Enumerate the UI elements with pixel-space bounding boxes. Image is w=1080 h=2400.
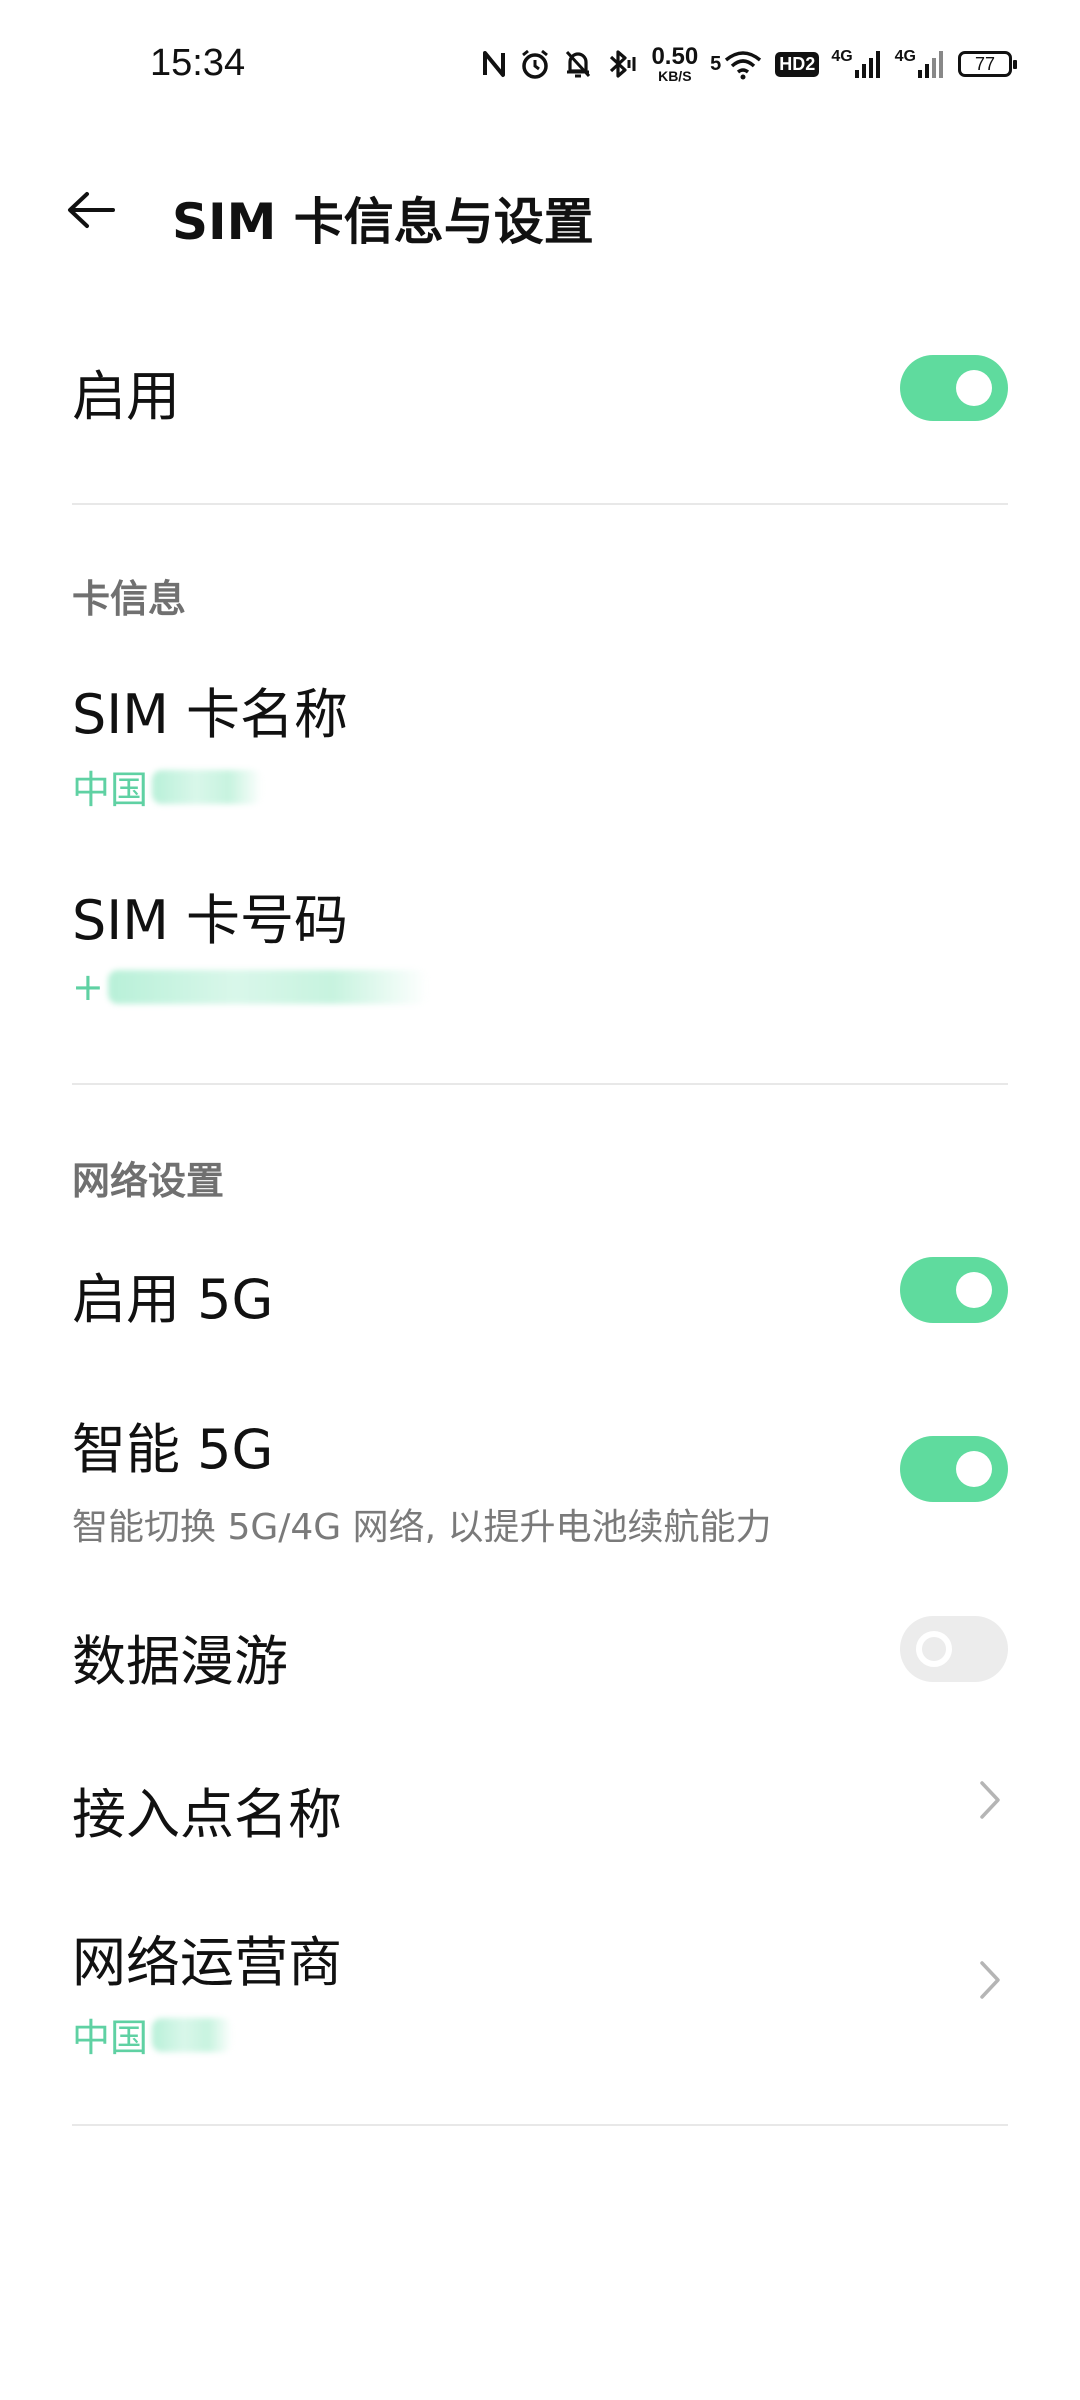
chevron-right-icon [970, 1770, 1010, 1830]
signal-icon-1: 4G [831, 48, 882, 80]
sim-number-value-wrap: + [72, 965, 1008, 1009]
wifi-band-label: 5 [710, 52, 722, 75]
toggle-knob [956, 1451, 992, 1487]
network-operator-label: 网络运营商 [72, 1931, 342, 1994]
app-header: SIM 卡信息与设置 [0, 160, 1080, 260]
enable-5g-row[interactable]: 启用 5G [72, 1255, 1008, 1334]
enable-sim-toggle[interactable] [900, 355, 1008, 421]
bluetooth-icon [605, 48, 639, 80]
network-operator-row[interactable]: 网络运营商 中国 [72, 1918, 1008, 2062]
battery-level: 77 [974, 53, 996, 74]
status-bar: 15:34 0.50 KB/S 5 HD2 4G 4G 77 [0, 0, 1080, 130]
section-card-info: 卡信息 [72, 577, 187, 621]
back-button[interactable] [56, 180, 126, 240]
alarm-icon [519, 48, 551, 80]
divider [72, 503, 1008, 505]
sim-name-row[interactable]: SIM 卡名称 中国 [72, 670, 1008, 814]
enable-5g-toggle[interactable] [900, 1257, 1008, 1323]
toggle-knob [956, 1272, 992, 1308]
sim-name-value: 中国 [72, 768, 149, 812]
apn-row[interactable]: 接入点名称 [72, 1770, 1008, 1849]
divider [72, 1083, 1008, 1085]
data-roaming-row[interactable]: 数据漫游 [72, 1617, 1008, 1696]
toggle-knob [956, 370, 992, 406]
redaction-blur [107, 970, 428, 1004]
signal-1-label: 4G [831, 48, 853, 65]
sim-number-row[interactable]: SIM 卡号码 + [72, 876, 1008, 1009]
enable-5g-label: 启用 5G [72, 1268, 274, 1331]
battery-icon: 77 [958, 51, 1017, 77]
net-speed-indicator: 0.50 KB/S [651, 43, 699, 84]
section-network-settings: 网络设置 [72, 1159, 225, 1203]
back-arrow-icon [68, 192, 115, 228]
nfc-icon [481, 49, 507, 79]
page-title: SIM 卡信息与设置 [172, 193, 594, 251]
status-time: 15:34 [150, 42, 246, 84]
data-roaming-label: 数据漫游 [72, 1630, 288, 1693]
net-speed-value: 0.50 [651, 43, 699, 70]
sim-name-value-wrap: 中国 [72, 759, 1008, 814]
signal-icon-2: 4G [895, 48, 946, 80]
sim-settings-screen: 15:34 0.50 KB/S 5 HD2 4G 4G 77 SIM 卡信息与设… [0, 0, 1080, 2400]
signal-2-label: 4G [894, 48, 916, 65]
redaction-blur [152, 2017, 233, 2052]
sim-number-label: SIM 卡号码 [72, 889, 348, 952]
enable-sim-label: 启用 [72, 365, 180, 428]
wifi-icon: 5 [710, 48, 763, 80]
hd-icon: HD2 [775, 51, 820, 77]
toggle-knob [916, 1631, 952, 1667]
smart-5g-description: 智能切换 5G/4G 网络, 以提升电池续航能力 [72, 1507, 772, 1548]
divider [72, 2124, 1008, 2126]
net-speed-unit: KB/S [658, 68, 692, 84]
smart-5g-toggle[interactable] [900, 1436, 1008, 1502]
sim-number-value: + [72, 965, 104, 1009]
data-roaming-toggle[interactable] [900, 1616, 1008, 1682]
enable-sim-row[interactable]: 启用 [72, 352, 1008, 431]
smart-5g-row[interactable]: 智能 5G 智能切换 5G/4G 网络, 以提升电池续航能力 [72, 1405, 1008, 1550]
redaction-blur [152, 769, 263, 804]
status-icons: 0.50 KB/S 5 HD2 4G 4G 77 [481, 43, 1017, 84]
chevron-right-icon [970, 1950, 1010, 2010]
apn-label: 接入点名称 [72, 1783, 342, 1846]
smart-5g-label: 智能 5G [72, 1418, 274, 1481]
network-operator-value-wrap: 中国 [72, 2007, 1008, 2062]
network-operator-value: 中国 [72, 2016, 149, 2060]
sim-name-label: SIM 卡名称 [72, 683, 348, 746]
mute-bell-icon [563, 48, 593, 80]
